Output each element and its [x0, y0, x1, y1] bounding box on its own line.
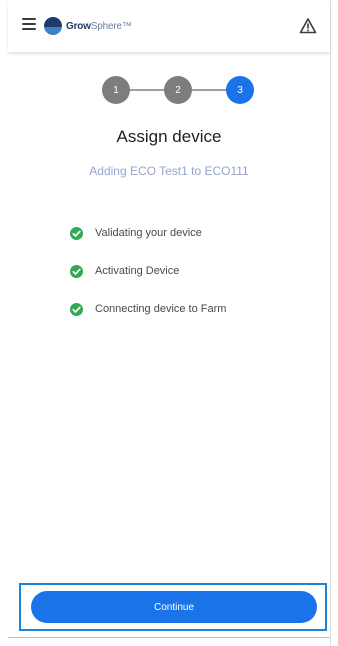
status-label: Activating Device	[95, 265, 180, 277]
brand-name-bold: Grow	[66, 20, 91, 32]
app-screen: GrowSphere™ 1 2 3 Assign device Adding E…	[8, 0, 331, 646]
step-2-indicator: 2	[164, 76, 192, 104]
status-label: Connecting device to Farm	[95, 303, 227, 315]
progress-stepper: 1 2 3	[8, 76, 330, 104]
step-1-indicator: 1	[102, 76, 130, 104]
menu-icon[interactable]	[22, 18, 36, 32]
status-list: Validating your device Activating Device…	[70, 214, 310, 328]
bottom-divider	[8, 637, 330, 638]
top-app-bar: GrowSphere™	[8, 0, 330, 52]
page-title: Assign device	[116, 127, 222, 146]
check-circle-icon	[70, 226, 83, 240]
warning-triangle-icon[interactable]	[299, 17, 317, 35]
status-item-validating: Validating your device	[70, 214, 310, 252]
brand-trademark: ™	[121, 20, 132, 32]
status-label: Validating your device	[95, 227, 202, 239]
step-connector	[188, 89, 228, 91]
logo-mark-icon	[44, 17, 62, 35]
page-subtitle: Adding ECO Test1 to ECO111	[89, 164, 249, 178]
brand-name: GrowSphere™	[66, 21, 132, 32]
step-3-indicator: 3	[226, 76, 254, 104]
status-item-activating: Activating Device	[70, 252, 310, 290]
check-circle-icon	[70, 264, 83, 278]
continue-button[interactable]: Continue	[31, 591, 317, 623]
status-item-connecting: Connecting device to Farm	[70, 290, 310, 328]
brand-logo[interactable]: GrowSphere™	[44, 17, 132, 35]
brand-name-light: Sphere	[90, 20, 122, 32]
check-circle-icon	[70, 302, 83, 316]
